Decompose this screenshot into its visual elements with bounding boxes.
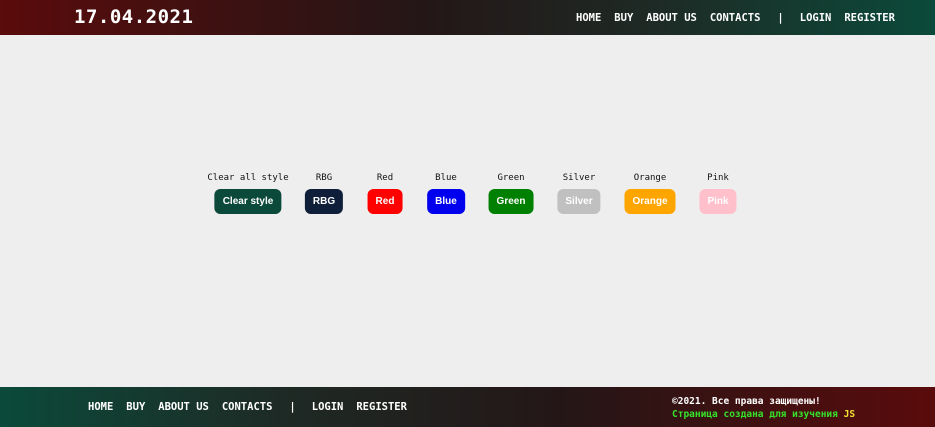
nav-contacts-link[interactable]: CONTACTS: [710, 12, 761, 24]
group-label: Silver: [562, 173, 596, 183]
footer-nav-separator: |: [289, 401, 296, 413]
group-clear-style: Clear all style Clear style: [207, 172, 289, 214]
group-label: Green: [497, 173, 525, 183]
silver-button[interactable]: Silver: [557, 189, 601, 214]
group-label: Clear all style: [207, 173, 289, 183]
blue-button[interactable]: Blue: [427, 189, 465, 214]
group-red: Red Red: [367, 172, 403, 214]
nav-separator: |: [777, 11, 784, 24]
green-button[interactable]: Green: [488, 189, 534, 214]
clear-style-button[interactable]: Clear style: [214, 189, 282, 214]
group-green: Green Green: [488, 172, 534, 214]
group-label: Pink: [707, 173, 729, 183]
group-silver: Silver Silver: [557, 172, 601, 214]
copyright-text: ©2021. Все права защищены!: [672, 396, 821, 407]
site-footer: HOME BUY ABOUT US CONTACTS | LOGIN REGIS…: [0, 387, 935, 427]
nav-register-link[interactable]: REGISTER: [844, 12, 895, 24]
nav-login-link[interactable]: LOGIN: [800, 12, 832, 24]
created-for-text: Страница создана для изучения JS: [672, 408, 855, 421]
nav-buy-link[interactable]: BUY: [614, 12, 633, 24]
header-date: 17.04.2021: [74, 6, 194, 28]
group-label: RBG: [315, 173, 333, 183]
footer-copyright: ©2021. Все права защищены! Страница созд…: [672, 395, 855, 421]
created-text: Страница создана для изучения: [672, 409, 838, 420]
footer-contacts-link[interactable]: CONTACTS: [222, 401, 273, 413]
group-label: Blue: [435, 173, 457, 183]
footer-register-link[interactable]: REGISTER: [356, 401, 407, 413]
footer-nav: HOME BUY ABOUT US CONTACTS | LOGIN REGIS…: [88, 387, 420, 427]
header-nav: HOME BUY ABOUT US CONTACTS | LOGIN REGIS…: [576, 0, 908, 35]
footer-about-link[interactable]: ABOUT US: [158, 401, 209, 413]
group-orange: Orange Orange: [624, 172, 676, 214]
footer-buy-link[interactable]: BUY: [126, 401, 145, 413]
site-header: 17.04.2021 HOME BUY ABOUT US CONTACTS | …: [0, 0, 935, 35]
group-rbg: RBG RBG: [304, 172, 344, 214]
red-button[interactable]: Red: [367, 189, 403, 214]
group-label: Orange: [633, 173, 667, 183]
pink-button[interactable]: Pink: [699, 189, 737, 214]
group-blue: Blue Blue: [427, 172, 465, 214]
group-pink: Pink Pink: [699, 172, 737, 214]
footer-home-link[interactable]: HOME: [88, 401, 113, 413]
group-label: Red: [376, 173, 394, 183]
rbg-button[interactable]: RBG: [304, 189, 344, 214]
js-label: JS: [843, 409, 856, 420]
nav-about-link[interactable]: ABOUT US: [646, 12, 697, 24]
footer-login-link[interactable]: LOGIN: [312, 401, 344, 413]
nav-home-link[interactable]: HOME: [576, 12, 601, 24]
orange-button[interactable]: Orange: [624, 189, 676, 214]
